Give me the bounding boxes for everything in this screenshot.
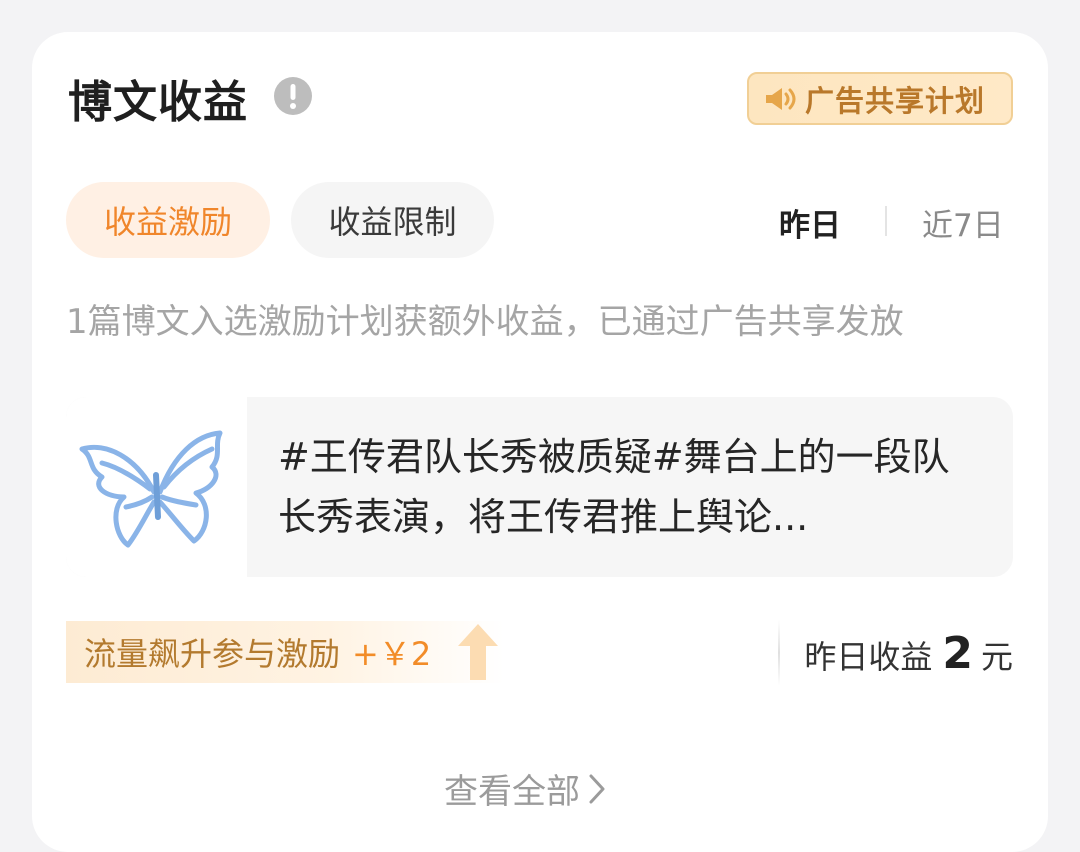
earnings-divider	[778, 620, 780, 686]
chevron-right-icon	[589, 774, 605, 803]
range-yesterday[interactable]: 昨日	[779, 200, 841, 245]
exclamation-circle-icon[interactable]	[273, 76, 313, 116]
yesterday-earnings: 昨日收益 2 元	[804, 628, 1013, 679]
boost-amount: +￥2	[352, 635, 432, 673]
butterfly-icon	[79, 430, 223, 548]
ad-share-plan-button[interactable]: 广告共享计划	[747, 72, 1013, 125]
incentive-description: 1篇博文入选激励计划获额外收益，已通过广告共享发放	[66, 302, 904, 342]
earnings-value: 2	[942, 628, 973, 679]
speaker-icon	[766, 87, 796, 110]
arrow-up-icon	[458, 624, 498, 680]
post-text: #王传君队长秀被质疑#舞台上的一段队长秀表演，将王传君推上舆论...	[278, 435, 950, 539]
page-title: 博文收益	[68, 77, 248, 128]
earnings-unit: 元	[980, 638, 1013, 676]
ad-share-plan-label: 广告共享计划	[805, 83, 986, 118]
post-thumbnail	[66, 397, 247, 577]
view-all-link[interactable]: 查看全部	[444, 764, 606, 813]
boost-label: 流量飙升参与激励	[84, 635, 341, 673]
traffic-boost-banner: 流量飙升参与激励 +￥2	[66, 621, 504, 683]
tab-restriction[interactable]: 收益限制	[291, 182, 494, 258]
view-all-label: 查看全部	[444, 772, 580, 812]
tab-incentive[interactable]: 收益激励	[66, 182, 270, 258]
range-last-7-days[interactable]: 近7日	[922, 200, 1004, 245]
earnings-label: 昨日收益	[804, 638, 933, 676]
post-card[interactable]: #王传君队长秀被质疑#舞台上的一段队长秀表演，将王传君推上舆论...	[66, 397, 1013, 577]
range-divider	[885, 206, 887, 236]
